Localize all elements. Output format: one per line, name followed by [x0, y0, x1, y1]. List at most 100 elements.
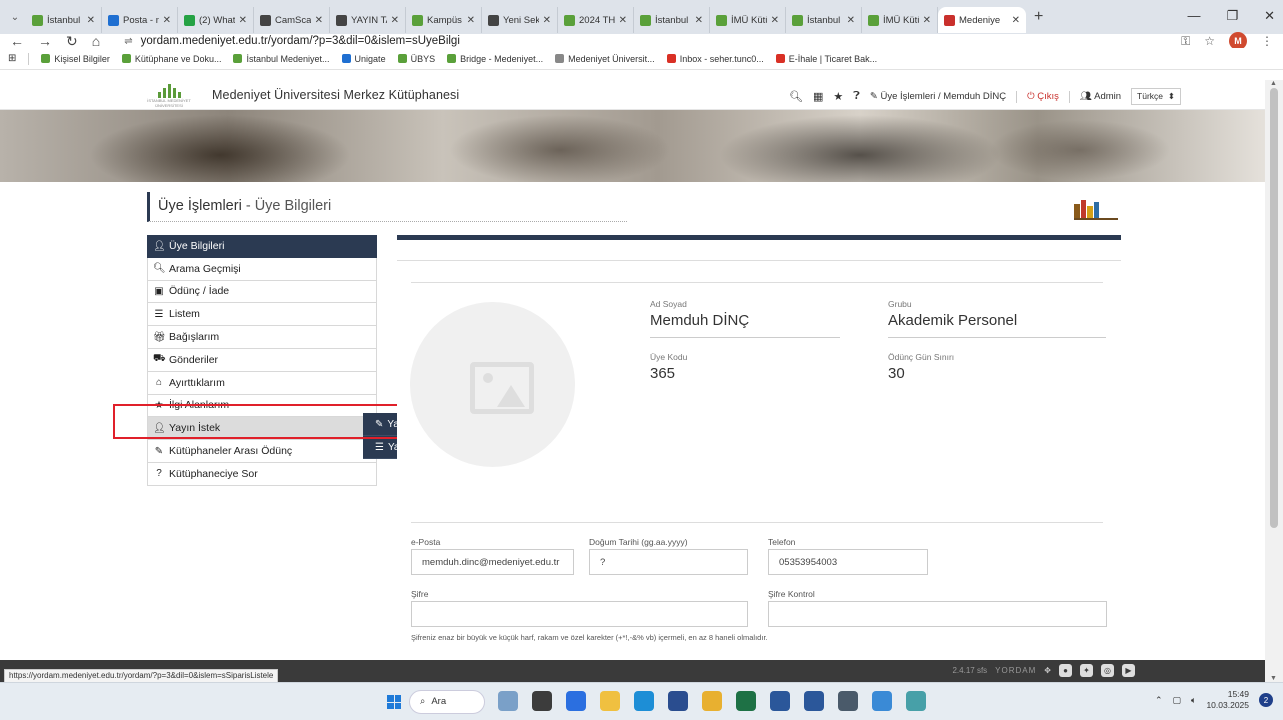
sidebar-item[interactable]: ⌂ Ayırttıklarım [147, 371, 377, 395]
password-confirm-field[interactable] [768, 601, 1107, 627]
tab-search-icon[interactable]: ⌄ [4, 12, 26, 23]
browser-tab[interactable]: Posta - m ✕ [102, 7, 178, 33]
key-icon[interactable]: ⚿ [1181, 34, 1190, 49]
search-icon[interactable]: 🔍︎ [789, 90, 803, 103]
birthdate-field[interactable]: ? [589, 549, 748, 575]
calendar-icon[interactable]: ▦ [813, 90, 823, 103]
tab-close-icon[interactable]: ✕ [543, 15, 551, 26]
logout-link[interactable]: ⏻ Çıkış [1027, 91, 1059, 102]
sidebar-item[interactable]: ☰ Listem [147, 303, 377, 327]
tab-close-icon[interactable]: ✕ [315, 15, 323, 26]
minimize-icon[interactable]: — [1187, 8, 1200, 24]
paint-app-icon[interactable] [906, 691, 926, 711]
sidebar-item[interactable]: 🔍︎ Arama Geçmişi [147, 257, 377, 281]
browser-tab[interactable]: İMÜ Kütü ✕ [710, 7, 786, 33]
file-explorer-icon[interactable] [600, 691, 620, 711]
tab-close-icon[interactable]: ✕ [163, 15, 171, 26]
scroll-up-icon[interactable]: ▲ [1270, 80, 1277, 87]
scroll-down-icon[interactable]: ▼ [1270, 675, 1277, 682]
bookmark-item[interactable]: Inbox - seher.tunc0... [666, 54, 764, 64]
active-tab[interactable]: Medeniye ✕ [938, 7, 1026, 33]
bookmark-item[interactable]: E-İhale | Ticaret Bak... [775, 54, 877, 64]
tab-close-icon[interactable]: ✕ [87, 15, 95, 26]
tab-close-icon[interactable]: ✕ [1012, 15, 1020, 26]
browser-tab[interactable]: Yeni Sekm ✕ [482, 7, 558, 33]
browser-tab[interactable]: İstanbul M ✕ [786, 7, 862, 33]
twitter-icon[interactable]: ✦ [1080, 664, 1093, 677]
photos-app-icon[interactable] [872, 691, 892, 711]
site-title[interactable]: Medeniyet Üniversitesi Merkez Kütüphanes… [212, 88, 459, 102]
browser-tab[interactable]: 2024 THE ✕ [558, 7, 634, 33]
network-icon[interactable]: ▢ [1173, 695, 1182, 706]
chrome-browser-icon[interactable] [702, 691, 722, 711]
browser-tab[interactable]: YAYIN TAL ✕ [330, 7, 406, 33]
taskbar-search[interactable]: ⌕ Ara [409, 690, 485, 714]
bookmark-item[interactable]: ÜBYS [397, 54, 435, 64]
sidebar-item[interactable]: 🎁︎ Bağışlarım [147, 326, 377, 349]
close-window-icon[interactable]: ✕ [1264, 8, 1275, 24]
help-icon[interactable]: ❓︎ [853, 90, 860, 103]
browser-tab[interactable]: (2) WhatsA ✕ [178, 7, 254, 33]
word-app-icon[interactable] [770, 691, 790, 711]
bookmark-item[interactable]: Kişisel Bilgiler [41, 54, 110, 64]
star-icon[interactable]: ★ [833, 90, 843, 103]
tab-close-icon[interactable]: ✕ [619, 15, 627, 26]
github-icon[interactable]: ● [1059, 664, 1072, 677]
instagram-icon[interactable]: ◎ [1101, 664, 1114, 677]
browser-tab[interactable]: Kampüs D ✕ [406, 7, 482, 33]
tab-close-icon[interactable]: ✕ [695, 15, 703, 26]
admin-link[interactable]: 👥︎ Admin [1080, 91, 1121, 102]
sidebar-item[interactable]: ? Kütüphaneciye Sor [147, 462, 377, 486]
tab-close-icon[interactable]: ✕ [923, 15, 931, 26]
forward-icon[interactable]: → [38, 33, 52, 49]
youtube-icon[interactable]: ▶ [1122, 664, 1135, 677]
tab-close-icon[interactable]: ✕ [391, 15, 399, 26]
password-field[interactable] [411, 601, 748, 627]
calculator-app-icon[interactable] [838, 691, 858, 711]
new-tab-button[interactable]: + [1034, 8, 1043, 26]
bookmark-item[interactable]: İstanbul Medeniyet... [233, 54, 330, 64]
tab-close-icon[interactable]: ✕ [847, 15, 855, 26]
tray-chevron-icon[interactable]: ⌃ [1155, 695, 1163, 706]
menu-icon[interactable]: ⋮ [1261, 34, 1273, 48]
widgets-app-icon[interactable] [498, 691, 518, 711]
tab-close-icon[interactable]: ✕ [771, 15, 779, 26]
apps-icon[interactable]: ⊞ [8, 53, 16, 64]
tab-close-icon[interactable]: ✕ [467, 15, 475, 26]
word-app-icon-2[interactable] [804, 691, 824, 711]
sidebar-item[interactable]: ✎ Kütüphaneler Arası Ödünç [147, 440, 377, 463]
yordam-logo[interactable]: YORDAM [995, 666, 1036, 675]
task-view-icon[interactable] [532, 691, 552, 711]
bookmark-star-icon[interactable]: ☆ [1204, 34, 1215, 48]
page-scrollbar[interactable]: ▲ ▼ [1265, 80, 1283, 682]
edge-browser-icon[interactable] [634, 691, 654, 711]
windows-start-icon[interactable] [387, 695, 401, 709]
sound-icon[interactable]: 🔈︎ [1191, 695, 1196, 706]
bookmark-item[interactable]: Unigate [341, 54, 386, 64]
bookmark-item[interactable]: Bridge - Medeniyet... [447, 54, 543, 64]
university-logo[interactable]: İSTANBUL MEDENİYET ÜNİVERSİTESİ [140, 84, 198, 108]
browser-tab[interactable]: İstanbul M ✕ [634, 7, 710, 33]
sidebar-item[interactable]: ⛟ Gönderiler [147, 348, 377, 372]
excel-app-icon[interactable] [736, 691, 756, 711]
tab-close-icon[interactable]: ✕ [239, 15, 247, 26]
url-input[interactable]: ⇌ yordam.medeniyet.edu.tr/yordam/?p=3&di… [114, 34, 1168, 48]
member-operations-link[interactable]: ✎ Üye İşlemleri / Memduh DİNÇ [870, 91, 1006, 102]
site-info-icon[interactable]: ⇌ [124, 36, 132, 47]
back-icon[interactable]: ← [10, 33, 24, 49]
clock[interactable]: 15:49 10.03.2025 [1206, 689, 1249, 711]
phone-field[interactable]: 05353954003 [768, 549, 928, 575]
sidebar-item[interactable]: 👤︎ Üye Bilgileri [147, 235, 377, 258]
restore-icon[interactable]: ❐ [1226, 8, 1238, 24]
sidebar-item[interactable]: ▣ Ödünç / İade [147, 280, 377, 304]
reload-icon[interactable]: ↻ [66, 33, 78, 50]
chat-app-icon[interactable] [566, 691, 586, 711]
bookmark-item[interactable]: Medeniyet Üniversit... [555, 54, 655, 64]
browser-tab[interactable]: İMÜ Kütü ✕ [862, 7, 938, 33]
browser-tab[interactable]: CamScann ✕ [254, 7, 330, 33]
bookmark-item[interactable]: Kütüphane ve Doku... [121, 54, 221, 64]
browser-tab[interactable]: İstanbul M ✕ [26, 7, 102, 33]
home-icon[interactable]: ⌂ [92, 33, 100, 49]
scrollbar-thumb[interactable] [1270, 88, 1278, 528]
store-app-icon[interactable] [668, 691, 688, 711]
